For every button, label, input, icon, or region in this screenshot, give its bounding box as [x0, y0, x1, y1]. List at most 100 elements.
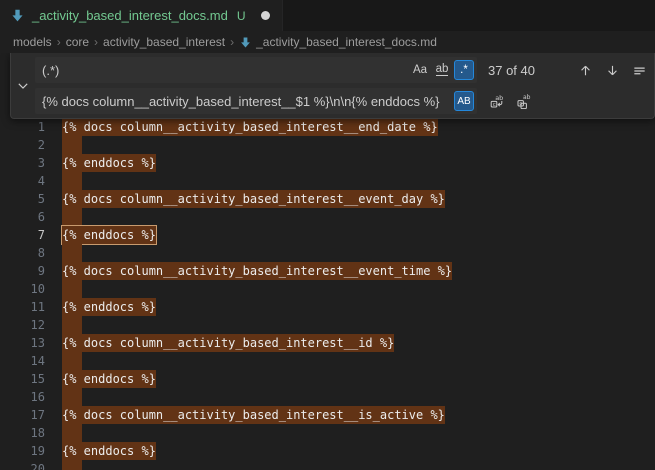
match-case-button[interactable]: Aa	[410, 60, 430, 80]
arrow-up-icon	[578, 63, 593, 78]
find-row: (.*) Aa ab .* 37 of 40	[35, 57, 655, 83]
code-line[interactable]: 6	[0, 208, 655, 226]
preserve-case-button[interactable]: AB	[454, 91, 474, 111]
breadcrumb-item-file[interactable]: _activity_based_interest_docs.md	[239, 35, 437, 49]
line-number[interactable]: 11	[0, 298, 45, 316]
code-line[interactable]: 1{% docs column__activity_based_interest…	[0, 118, 655, 136]
line-number[interactable]: 5	[0, 190, 45, 208]
find-match-empty-line	[62, 208, 82, 226]
breadcrumb-item-models[interactable]: models	[13, 35, 52, 49]
find-input-value[interactable]: (.*)	[42, 63, 408, 78]
line-number[interactable]: 17	[0, 406, 45, 424]
line-content	[45, 244, 82, 262]
code-line[interactable]: 20	[0, 460, 655, 470]
code-line[interactable]: 17{% docs column__activity_based_interes…	[0, 406, 655, 424]
next-match-button[interactable]	[601, 59, 623, 81]
code-line[interactable]: 14	[0, 352, 655, 370]
vscode-window: _activity_based_interest_docs.md U model…	[0, 0, 655, 470]
tab-bar: _activity_based_interest_docs.md U	[0, 0, 655, 31]
breadcrumb-item-core[interactable]: core	[66, 35, 89, 49]
find-match-current: {% enddocs %}	[62, 226, 156, 244]
toggle-replace-button[interactable]	[11, 57, 35, 114]
breadcrumb-filename: _activity_based_interest_docs.md	[256, 35, 437, 49]
line-number[interactable]: 9	[0, 262, 45, 280]
previous-match-button[interactable]	[574, 59, 596, 81]
find-match-empty-line	[62, 460, 82, 470]
line-content: {% docs column__activity_based_interest_…	[45, 262, 452, 280]
code-line[interactable]: 10	[0, 280, 655, 298]
find-match-empty-line	[62, 172, 82, 190]
match-count: 37 of 40	[488, 63, 560, 78]
line-content	[45, 460, 82, 470]
line-number[interactable]: 14	[0, 352, 45, 370]
code-line[interactable]: 5{% docs column__activity_based_interest…	[0, 190, 655, 208]
find-match-empty-line	[62, 280, 82, 298]
line-content: {% enddocs %}	[45, 442, 156, 460]
line-number[interactable]: 15	[0, 370, 45, 388]
breadcrumb-separator: ›	[230, 35, 234, 49]
find-match: {% enddocs %}	[62, 154, 156, 172]
code-line[interactable]: 19{% enddocs %}	[0, 442, 655, 460]
code-line[interactable]: 7 {% enddocs %}	[0, 226, 655, 244]
svg-text:c: c	[519, 101, 522, 107]
line-number[interactable]: 10	[0, 280, 45, 298]
arrow-down-icon	[605, 63, 620, 78]
find-in-selection-button[interactable]	[628, 59, 650, 81]
code-line[interactable]: 18	[0, 424, 655, 442]
line-content: {% docs column__activity_based_interest_…	[45, 334, 394, 352]
replace-input[interactable]: {% docs column__activity_based_interest_…	[35, 88, 477, 114]
code-line[interactable]: 2	[0, 136, 655, 154]
editor: (.*) Aa ab .* 37 of 40	[0, 53, 655, 470]
replace-input-value[interactable]: {% docs column__activity_based_interest_…	[42, 94, 452, 109]
line-number[interactable]: 2	[0, 136, 45, 154]
code-line[interactable]: 8	[0, 244, 655, 262]
tab-filename: _activity_based_interest_docs.md	[32, 8, 228, 23]
breadcrumb-item-activity-based-interest[interactable]: activity_based_interest	[103, 35, 225, 49]
svg-text:ab: ab	[495, 94, 503, 102]
replace-row: {% docs column__activity_based_interest_…	[35, 88, 655, 114]
line-number[interactable]: 20	[0, 460, 45, 470]
line-number[interactable]: 8	[0, 244, 45, 262]
line-number[interactable]: 3	[0, 154, 45, 172]
git-status-badge: U	[237, 9, 246, 23]
line-content: {% docs column__activity_based_interest_…	[45, 406, 445, 424]
markdown-file-icon	[10, 8, 25, 23]
tab-active-file[interactable]: _activity_based_interest_docs.md U	[0, 0, 283, 31]
line-number[interactable]: 12	[0, 316, 45, 334]
line-number[interactable]: 6	[0, 208, 45, 226]
line-number[interactable]: 4	[0, 172, 45, 190]
line-number[interactable]: 18	[0, 424, 45, 442]
code-line[interactable]: 16	[0, 388, 655, 406]
replace-all-button[interactable]: ab c	[513, 90, 535, 112]
find-match: {% enddocs %}	[62, 298, 156, 316]
line-content: {% enddocs %}	[45, 370, 156, 388]
replace-icon: ab c	[489, 93, 505, 109]
code-line[interactable]: 4	[0, 172, 655, 190]
code-line[interactable]: 11 {% enddocs %}	[0, 298, 655, 316]
find-input[interactable]: (.*) Aa ab .*	[35, 57, 477, 83]
line-number[interactable]: 16	[0, 388, 45, 406]
find-match: {% docs column__activity_based_interest_…	[62, 334, 394, 352]
find-replace-widget: (.*) Aa ab .* 37 of 40	[10, 53, 655, 119]
code-lines: 1 {% docs column__activity_based_interest…	[0, 118, 655, 470]
code-line[interactable]: 3 {% enddocs %}	[0, 154, 655, 172]
replace-one-button[interactable]: ab c	[486, 90, 508, 112]
line-number[interactable]: 13	[0, 334, 45, 352]
whole-word-button[interactable]: ab	[432, 60, 452, 80]
line-content	[45, 388, 82, 406]
line-number[interactable]: 19	[0, 442, 45, 460]
svg-text:c: c	[493, 102, 496, 108]
code-line[interactable]: 15{% enddocs %}	[0, 370, 655, 388]
line-content: {% docs column__activity_based_interest_…	[45, 190, 445, 208]
find-match-empty-line	[62, 136, 82, 154]
code-line[interactable]: 13 {% docs column__activity_based_interes…	[0, 334, 655, 352]
line-number[interactable]: 7	[0, 226, 45, 244]
line-number[interactable]: 1	[0, 118, 45, 136]
code-line[interactable]: 9{% docs column__activity_based_interest…	[0, 262, 655, 280]
find-match-empty-line	[62, 424, 82, 442]
unsaved-changes-dot[interactable]	[261, 11, 270, 20]
code-line[interactable]: 12	[0, 316, 655, 334]
svg-text:ab: ab	[523, 94, 531, 101]
breadcrumb-separator: ›	[57, 35, 61, 49]
regex-button[interactable]: .*	[454, 60, 474, 80]
